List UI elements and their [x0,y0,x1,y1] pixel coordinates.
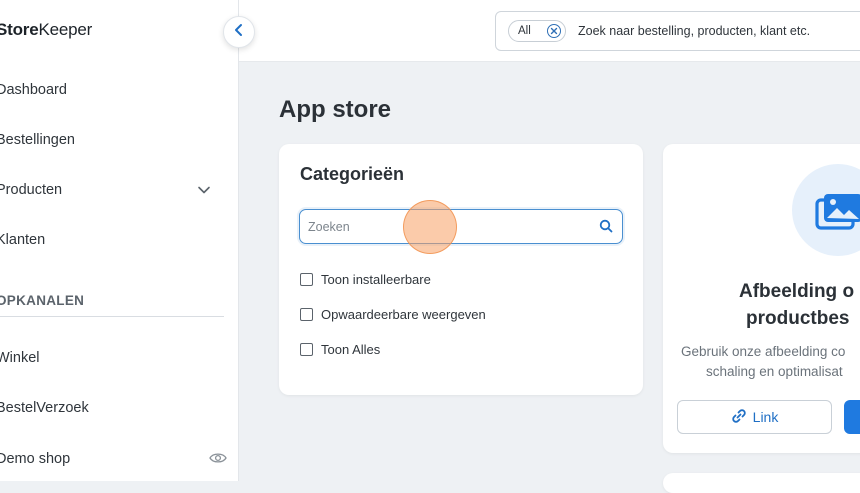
sidebar-item-label: Dashboard [0,82,67,98]
app-logo[interactable]: StoreKeeper [0,20,92,40]
logo-prefix: Store [0,20,39,39]
app-title-line2: productbes [746,308,850,329]
sidebar-collapse-button[interactable] [223,16,255,48]
categories-card: Categorieën Toon installeerbare Opwaarde… [279,144,643,395]
app-title-line1: Afbeelding o [739,281,855,302]
topbar: All Zoek naar bestelling, producten, kla… [239,0,860,62]
sidebar-item-demo-shop[interactable]: Demo shop [0,451,227,467]
app-install-button[interactable] [844,400,860,434]
sidebar: StoreKeeper Dashboard Bestellingen Produ… [0,0,239,481]
sidebar-item-label: BestelVerzoek [0,400,89,416]
app-description-line1: Gebruik onze afbeelding co [681,344,846,359]
filter-checkbox[interactable] [300,308,313,321]
app-link-label: Link [752,409,779,425]
filter-label: Opwaardeerbare weergeven [321,307,486,322]
eye-icon[interactable] [209,451,227,469]
chevron-left-icon [232,23,246,42]
sidebar-item-label: Producten [0,182,63,198]
app-card: Afbeelding o productbes Gebruik onze afb… [663,144,860,453]
sidebar-item-label: Bestellingen [0,132,75,148]
sidebar-item-winkel[interactable]: Winkel [0,350,221,366]
sidebar-item-klanten[interactable]: Klanten [0,232,221,248]
sidebar-item-bestelverzoek[interactable]: BestelVerzoek [0,400,221,416]
search-scope-label: All [518,25,531,37]
page-title: App store [279,96,392,123]
category-search-input[interactable] [308,217,588,236]
clear-scope-icon[interactable] [547,24,561,38]
filter-checkbox[interactable] [300,343,313,356]
sidebar-divider [0,316,224,317]
categories-title: Categorieën [300,164,405,184]
filter-show-all[interactable]: Toon Alles [300,342,380,357]
sidebar-item-label: Winkel [0,350,40,366]
sidebar-item-label: Klanten [0,232,46,248]
images-icon [815,192,860,237]
app-description-line2: schaling en optimalisat [706,364,843,379]
global-search-input[interactable]: Zoek naar bestelling, producten, klant e… [578,24,810,38]
app-link-button[interactable]: Link [677,400,832,434]
category-search-field[interactable] [299,209,623,244]
link-icon [731,408,747,427]
sidebar-item-dashboard[interactable]: Dashboard [0,82,221,98]
sidebar-item-label: Demo shop [0,451,71,467]
filter-label: Toon Alles [321,342,381,357]
search-icon[interactable] [599,219,613,238]
sidebar-section-title: OPKANALEN [0,293,85,308]
app-card-next [663,473,860,493]
search-scope-pill[interactable]: All [508,20,566,42]
chevron-down-icon[interactable] [197,183,211,201]
filter-checkbox[interactable] [300,273,313,286]
filter-upgradable[interactable]: Opwaardeerbare weergeven [300,307,486,322]
filter-installable[interactable]: Toon installeerbare [300,272,431,287]
sidebar-item-bestellingen[interactable]: Bestellingen [0,132,221,148]
logo-suffix: Keeper [38,20,93,39]
filter-label: Toon installeerbare [321,272,431,287]
sidebar-item-producten[interactable]: Producten [0,182,221,198]
global-search[interactable]: All Zoek naar bestelling, producten, kla… [495,11,860,51]
